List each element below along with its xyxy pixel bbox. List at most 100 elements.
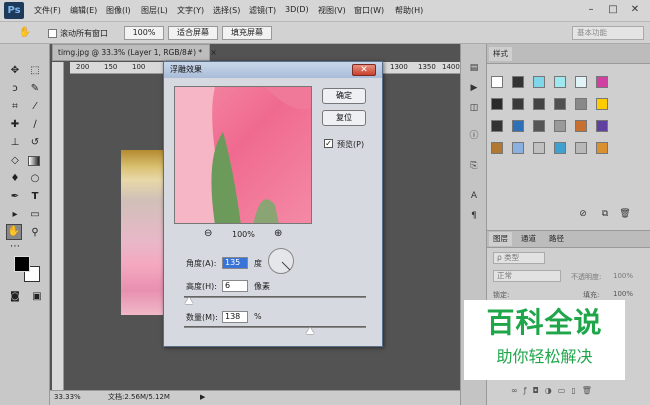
style-swatch[interactable]: [575, 98, 587, 110]
foreground-color-swatch[interactable]: [14, 256, 30, 272]
preview-checkbox[interactable]: ✓: [324, 139, 333, 148]
height-slider-thumb[interactable]: [185, 297, 194, 304]
fill-screen-button[interactable]: 填充屏幕: [222, 26, 272, 40]
menu-3d[interactable]: 3D(D): [285, 5, 309, 14]
amount-slider-thumb[interactable]: [305, 327, 314, 334]
style-swatch[interactable]: [533, 98, 545, 110]
style-swatch[interactable]: [533, 142, 545, 154]
style-swatch[interactable]: [596, 98, 608, 110]
move-tool-icon[interactable]: ✥: [8, 64, 22, 78]
style-swatch[interactable]: [596, 76, 608, 88]
clone-stamp-tool-icon[interactable]: ⊥: [8, 136, 22, 150]
canvas-image[interactable]: [121, 150, 165, 315]
scroll-all-windows-checkbox[interactable]: [48, 29, 57, 38]
history-brush-tool-icon[interactable]: ↺: [28, 136, 42, 150]
clone-source-icon[interactable]: ⎘: [468, 160, 480, 172]
style-swatch[interactable]: [533, 120, 545, 132]
menu-file[interactable]: 文件(F): [34, 5, 61, 16]
zoom-in-icon[interactable]: ⊕: [274, 228, 282, 239]
crop-tool-icon[interactable]: ⌗: [8, 100, 22, 114]
menu-select[interactable]: 选择(S): [213, 5, 240, 16]
menu-type[interactable]: 文字(Y): [177, 5, 204, 16]
eyedropper-tool-icon[interactable]: ⁄: [28, 100, 42, 114]
reset-button[interactable]: 复位: [322, 110, 366, 126]
character-panel-icon[interactable]: A: [468, 190, 480, 202]
style-swatch[interactable]: [512, 142, 524, 154]
document-tab[interactable]: timg.jpg @ 33.3% (Layer 1, RGB/8#) * ×: [52, 44, 217, 61]
menu-image[interactable]: 图像(I): [106, 5, 131, 16]
style-swatch[interactable]: [512, 76, 524, 88]
style-swatch[interactable]: [575, 120, 587, 132]
tab-paths[interactable]: 路径: [545, 232, 568, 246]
maximize-button[interactable]: □: [602, 2, 624, 18]
menu-view[interactable]: 视图(V): [318, 5, 346, 16]
workspace-select[interactable]: 基本功能: [572, 26, 644, 40]
height-slider[interactable]: [184, 296, 366, 298]
close-window-button[interactable]: ✕: [624, 2, 646, 18]
quick-mask-icon[interactable]: ◙: [8, 290, 22, 304]
quick-select-tool-icon[interactable]: ✎: [28, 82, 42, 96]
screen-mode-icon[interactable]: ▣: [30, 290, 44, 304]
style-swatch[interactable]: [554, 76, 566, 88]
new-style-icon[interactable]: ⧉: [599, 208, 611, 220]
hand-tool-selected-icon[interactable]: ✋: [6, 224, 22, 240]
style-swatch[interactable]: [596, 142, 608, 154]
opacity-value[interactable]: 100%: [613, 272, 633, 280]
fill-value[interactable]: 100%: [613, 290, 633, 298]
menu-filter[interactable]: 滤镜(T): [249, 5, 276, 16]
style-swatch[interactable]: [554, 120, 566, 132]
angle-input[interactable]: 135: [222, 257, 248, 269]
angle-dial[interactable]: [268, 248, 294, 274]
zoom-out-icon[interactable]: ⊖: [204, 228, 212, 239]
blend-mode-select[interactable]: 正常: [493, 270, 561, 282]
info-panel-icon[interactable]: ⓘ: [468, 130, 480, 142]
eraser-tool-icon[interactable]: ◇: [8, 154, 22, 168]
more-tools-icon[interactable]: ⋯: [8, 240, 22, 254]
style-swatch[interactable]: [491, 76, 503, 88]
filter-preview[interactable]: [174, 86, 312, 224]
dialog-close-icon[interactable]: ✕: [352, 64, 376, 76]
gradient-tool-icon[interactable]: [28, 156, 40, 166]
path-select-tool-icon[interactable]: ▸: [8, 208, 22, 222]
zoom-tool-icon[interactable]: ⚲: [28, 226, 42, 240]
lasso-tool-icon[interactable]: ↄ: [8, 82, 22, 96]
menu-layer[interactable]: 图层(L): [141, 5, 168, 16]
style-swatch[interactable]: [575, 76, 587, 88]
style-swatch[interactable]: [554, 142, 566, 154]
menu-window[interactable]: 窗口(W): [354, 5, 384, 16]
layers-footer-icons[interactable]: ∞ƒ◘◑▭▯🗑: [511, 386, 598, 395]
menu-help[interactable]: 帮助(H): [395, 5, 423, 16]
healing-brush-tool-icon[interactable]: ✚: [8, 118, 22, 132]
brush-tool-icon[interactable]: ∕: [28, 118, 42, 132]
amount-input[interactable]: 138: [222, 311, 248, 323]
style-swatch[interactable]: [575, 142, 587, 154]
fit-screen-button[interactable]: 适合屏幕: [168, 26, 218, 40]
style-swatch[interactable]: [491, 98, 503, 110]
menu-edit[interactable]: 编辑(E): [70, 5, 97, 16]
style-swatch[interactable]: [491, 142, 503, 154]
styles-panel-tab[interactable]: 样式: [489, 47, 512, 61]
height-input[interactable]: 6: [222, 280, 248, 292]
style-swatch[interactable]: [533, 76, 545, 88]
ok-button[interactable]: 确定: [322, 88, 366, 104]
shape-tool-icon[interactable]: ▭: [28, 208, 42, 222]
tab-layers[interactable]: 图层: [489, 232, 512, 246]
status-zoom[interactable]: 33.33%: [54, 391, 81, 404]
document-tab-close[interactable]: ×: [211, 48, 217, 57]
type-tool-icon[interactable]: T: [28, 190, 42, 204]
paragraph-panel-icon[interactable]: ¶: [468, 210, 480, 222]
pen-tool-icon[interactable]: ✒: [8, 190, 22, 204]
dodge-tool-icon[interactable]: ○: [28, 172, 42, 186]
style-swatch[interactable]: [491, 120, 503, 132]
zoom-100-button[interactable]: 100%: [124, 26, 164, 40]
blur-tool-icon[interactable]: ♦: [8, 172, 22, 186]
layer-filter-select[interactable]: ρ 类型: [493, 252, 545, 264]
style-swatch[interactable]: [512, 98, 524, 110]
tab-channels[interactable]: 通道: [517, 232, 540, 246]
properties-panel-icon[interactable]: ◫: [468, 102, 480, 114]
delete-style-icon[interactable]: 🗑: [619, 208, 631, 220]
style-swatch[interactable]: [512, 120, 524, 132]
clear-style-icon[interactable]: ⊘: [577, 208, 589, 220]
style-swatch[interactable]: [554, 98, 566, 110]
status-arrow-icon[interactable]: ▶: [200, 391, 205, 404]
